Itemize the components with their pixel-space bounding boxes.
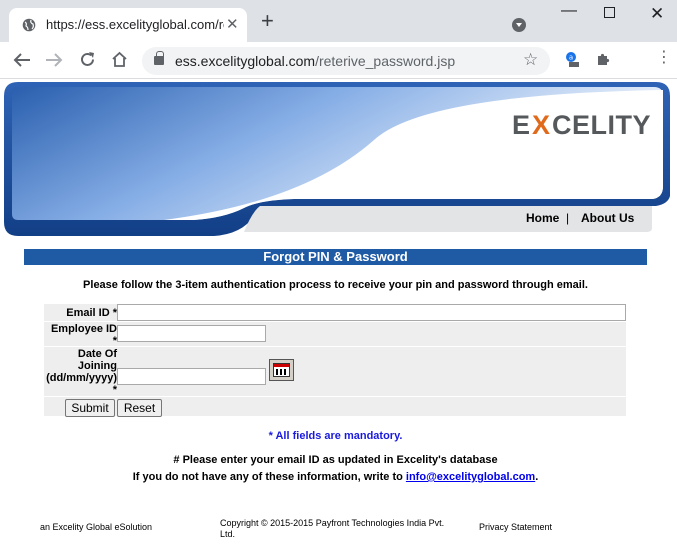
reload-icon[interactable] <box>79 51 96 68</box>
browser-tab-bar: https://ess.excelityglobal.com/reterive_… <box>0 0 677 42</box>
nav-home-link[interactable]: Home <box>526 211 559 225</box>
email-database-note: # Please enter your email ID as updated … <box>173 454 498 466</box>
forward-arrow-icon[interactable] <box>45 52 63 68</box>
page-title: Forgot PIN & Password <box>24 249 647 265</box>
copyright-line2: Ltd. <box>220 529 236 539</box>
employee-id-label: Employee ID * <box>44 323 117 347</box>
back-arrow-icon[interactable] <box>13 52 31 68</box>
employee-id-field[interactable] <box>117 325 266 342</box>
svg-text:X: X <box>532 110 550 140</box>
header-banner: E X CELITY <box>4 82 670 238</box>
globe-icon <box>22 18 36 32</box>
lock-icon[interactable] <box>154 51 164 65</box>
svg-text:E: E <box>512 110 531 140</box>
close-tab-icon[interactable]: ✕ <box>226 15 239 33</box>
footer-tagline: an Excelity Global eSolution <box>40 522 153 532</box>
reset-button[interactable]: Reset <box>117 399 162 417</box>
instruction-text: Please follow the 3-item authentication … <box>83 279 588 291</box>
employee-id-label-line2: * <box>112 335 117 347</box>
url-text[interactable]: ess.excelityglobal.com/reterive_password… <box>175 53 455 69</box>
email-label: Email ID * <box>66 307 117 319</box>
browser-tab[interactable]: https://ess.excelityglobal.com/reterive_… <box>9 8 247 42</box>
tab-title: https://ess.excelityglobal.com/reterive_… <box>46 17 224 32</box>
window-close-button[interactable]: ✕ <box>650 4 664 24</box>
mandatory-note: * All fields are mandatory. <box>268 430 403 442</box>
doj-label-line4: * <box>112 384 117 396</box>
doj-label-line1: Date Of <box>77 348 117 360</box>
contact-suffix: . <box>535 471 539 483</box>
nav-about-link[interactable]: About Us <box>581 211 634 225</box>
address-bar[interactable]: ess.excelityglobal.com/reterive_password… <box>142 47 550 75</box>
lens-extension-icon[interactable]: a <box>564 51 580 67</box>
contact-prefix: If you do not have any of these informat… <box>132 471 403 483</box>
url-path: /reterive_password.jsp <box>315 53 456 69</box>
doj-label-line3: (dd/mm/yyyy) <box>46 372 117 384</box>
contact-note: If you do not have any of these informat… <box>24 471 647 483</box>
footer-copyright: Copyright © 2015-2015 Payfront Technolog… <box>220 518 475 540</box>
contact-email-link[interactable]: info@excelityglobal.com <box>406 471 535 483</box>
submit-button[interactable]: Submit <box>65 399 115 417</box>
puzzle-icon[interactable] <box>596 52 611 67</box>
url-host: ess.excelityglobal.com <box>175 53 316 69</box>
kebab-menu-icon[interactable]: ⋮ <box>656 50 672 66</box>
home-icon[interactable] <box>111 51 128 68</box>
employee-id-label-line1: Employee ID <box>50 323 117 335</box>
star-icon[interactable]: ☆ <box>523 50 538 70</box>
email-field[interactable] <box>117 304 626 321</box>
doj-label-line2: Joining <box>77 360 117 372</box>
excelity-logo: E X CELITY <box>512 110 651 140</box>
tab-search-icon[interactable] <box>512 18 526 32</box>
privacy-statement-link[interactable]: Privacy Statement <box>479 522 552 533</box>
new-tab-button[interactable]: + <box>261 10 274 32</box>
date-of-joining-label: Date Of Joining (dd/mm/yyyy) * <box>44 348 117 396</box>
copyright-line1: Copyright © 2015-2015 Payfront Technolog… <box>220 518 445 528</box>
svg-text:CELITY: CELITY <box>552 110 651 140</box>
nav-separator: | <box>566 211 570 225</box>
minimize-button[interactable]: — <box>561 2 577 20</box>
calendar-icon[interactable] <box>269 359 294 381</box>
svg-text:a: a <box>569 54 573 62</box>
date-of-joining-field[interactable] <box>117 368 266 385</box>
maximize-button[interactable] <box>604 7 615 18</box>
